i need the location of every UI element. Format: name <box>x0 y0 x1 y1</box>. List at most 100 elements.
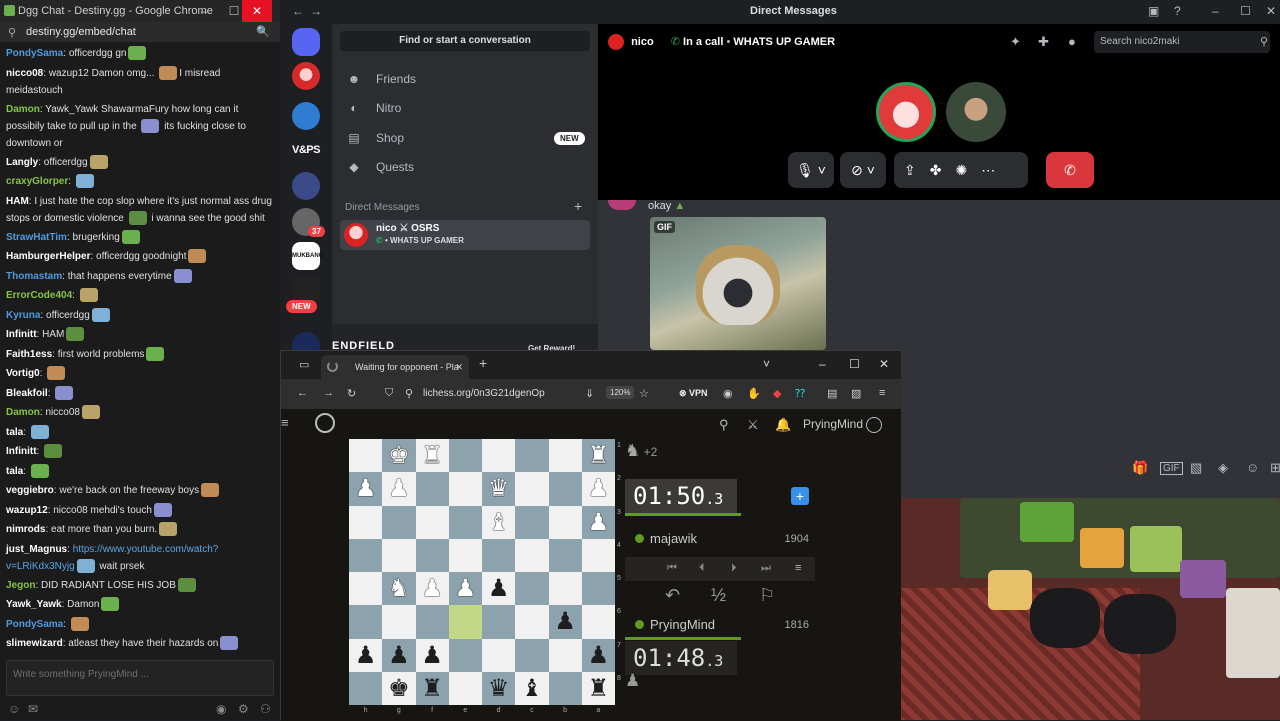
board-square[interactable] <box>548 572 582 606</box>
nav-shop[interactable]: ▤ Shop NEW <box>340 125 590 151</box>
install-icon[interactable]: ⇓ <box>585 387 594 400</box>
board-square[interactable] <box>548 505 582 539</box>
minimize-button[interactable]: – <box>1212 4 1219 18</box>
chat-message[interactable]: StrawHatTim: brugerking <box>0 228 280 248</box>
chat-message[interactable]: Langly: officerdgg <box>0 153 280 173</box>
chat-message-list[interactable]: PondySama: officerdgg gn nicco08: wazup12… <box>0 44 280 654</box>
call-avatar-nico[interactable] <box>876 82 936 142</box>
chat-message[interactable]: Faith1ess: first world problems <box>0 345 280 365</box>
header-search-input[interactable]: Search nico2maki <box>1094 31 1270 53</box>
white-pawn-icon[interactable]: ♟ <box>355 474 377 502</box>
vpn-button[interactable]: ⊗ VPN <box>679 388 708 399</box>
chat-username[interactable]: veggiebro <box>6 485 54 496</box>
users-icon[interactable]: ⚇ <box>260 702 271 716</box>
chat-message[interactable]: Vortig0: <box>0 364 280 384</box>
extension-icon[interactable]: ✋ <box>747 387 761 400</box>
lichess-logo-icon[interactable] <box>315 413 335 433</box>
chat-username[interactable]: Jegon <box>6 580 35 591</box>
menu-icon[interactable]: ≡ <box>879 387 885 399</box>
gif-embed[interactable]: GIF <box>650 217 826 350</box>
draw-button[interactable]: ½ <box>711 585 726 606</box>
gif-icon[interactable]: GIF <box>1160 462 1183 475</box>
gear-icon[interactable]: ⚙ <box>238 702 249 716</box>
board-square[interactable] <box>382 505 416 539</box>
tab-search-icon[interactable]: ˅ <box>763 357 770 371</box>
black-bishop-icon[interactable]: ♝ <box>521 674 543 702</box>
board-square[interactable] <box>515 605 549 639</box>
server-vps[interactable]: V&PS <box>290 136 322 164</box>
search-icon[interactable]: ⚲ <box>719 417 729 433</box>
nav-friends[interactable]: ☻ Friends <box>340 66 590 92</box>
chat-message[interactable]: Infinitt: <box>0 442 280 462</box>
board-square[interactable]: ♜ <box>581 439 615 473</box>
chat-username[interactable]: Bleakfoil <box>6 388 48 399</box>
board-square[interactable] <box>349 605 383 639</box>
chat-username[interactable]: PondySama <box>6 48 63 59</box>
chat-message[interactable]: HamburgerHelper: officerdgg goodnight <box>0 247 280 267</box>
next-move-icon[interactable]: ⏵ <box>731 562 737 575</box>
board-square[interactable]: ♟ <box>482 572 516 606</box>
user-menu[interactable]: PryingMind <box>803 417 883 433</box>
board-square[interactable]: ♟ <box>415 572 449 606</box>
white-pawn-icon[interactable]: ♟ <box>455 574 477 602</box>
chat-message[interactable]: tala: <box>0 423 280 443</box>
black-pawn-icon[interactable]: ♟ <box>588 641 610 669</box>
create-dm-icon[interactable]: + <box>574 198 582 214</box>
close-tab-icon[interactable]: ✕ <box>455 355 463 379</box>
chat-username[interactable]: Yawk_Yawk <box>6 599 62 610</box>
board-square[interactable] <box>448 538 482 572</box>
chat-username[interactable]: ErrorCode404 <box>6 290 72 301</box>
board-square[interactable] <box>515 439 549 473</box>
extension-icon[interactable]: ⁇ <box>795 387 805 400</box>
chat-username[interactable]: Vortig0 <box>6 368 40 379</box>
server-icon[interactable] <box>292 102 320 130</box>
disconnect-button[interactable]: ✆ <box>1046 152 1094 188</box>
chat-username[interactable]: Damon <box>6 407 40 418</box>
board-square[interactable]: ♟ <box>415 638 449 672</box>
maximize-button[interactable]: ☐ <box>226 3 242 19</box>
black-queen-icon[interactable]: ♛ <box>488 674 510 702</box>
takeback-icon[interactable]: ↶ <box>665 585 680 606</box>
reload-icon[interactable]: ↻ <box>347 387 356 400</box>
extension-icon[interactable]: ▤ <box>827 387 837 400</box>
board-square[interactable] <box>415 472 449 506</box>
board-square[interactable]: ♟ <box>349 472 383 506</box>
board-square[interactable] <box>415 538 449 572</box>
white-pawn-icon[interactable]: ♟ <box>588 474 610 502</box>
minimize-button[interactable]: – <box>819 357 826 371</box>
board-square[interactable] <box>482 605 516 639</box>
board-square[interactable]: ♟ <box>581 472 615 506</box>
chat-username[interactable]: Damon <box>6 104 40 115</box>
white-queen-icon[interactable]: ♛ <box>488 474 510 502</box>
back-icon[interactable]: ← <box>297 387 308 399</box>
hamburger-icon[interactable]: ≡ <box>281 415 289 430</box>
nav-quests[interactable]: ◆ Quests <box>340 154 590 180</box>
close-button[interactable]: ✕ <box>879 357 889 371</box>
board-square[interactable]: ♟ <box>448 572 482 606</box>
board-square[interactable] <box>349 538 383 572</box>
board-square[interactable] <box>349 671 383 705</box>
board-square[interactable] <box>581 572 615 606</box>
dm-item-nico[interactable]: nico ⚔ OSRS ✆ • WHATS UP GAMER <box>340 220 590 250</box>
chat-username[interactable]: Faith1ess <box>6 349 52 360</box>
apps-icon[interactable]: ◈ <box>1218 460 1228 476</box>
board-square[interactable] <box>482 439 516 473</box>
chat-message[interactable]: Thomastam: that happens everytime <box>0 267 280 287</box>
board-square[interactable] <box>482 638 516 672</box>
emoji-icon[interactable]: ☺ <box>8 702 20 716</box>
black-pawn-icon[interactable]: ♟ <box>421 641 443 669</box>
tab-lichess[interactable]: Waiting for opponent - Pla ✕ <box>321 355 469 379</box>
chat-message[interactable]: craxyGlorper: <box>0 172 280 192</box>
chat-username[interactable]: nimrods <box>6 524 45 535</box>
board-square[interactable] <box>548 472 582 506</box>
nav-nitro[interactable]: ◐ Nitro <box>340 95 590 121</box>
chat-username[interactable]: Thomastam <box>6 271 62 282</box>
chat-username[interactable]: Infinitt <box>6 446 37 457</box>
dm-avatar-nico[interactable] <box>292 62 320 90</box>
eye-icon[interactable]: ◉ <box>216 702 226 716</box>
white-bishop-icon[interactable]: ♝ <box>488 508 510 536</box>
chat-message[interactable]: veggiebro: we're back on the freeway boy… <box>0 481 280 501</box>
help-icon[interactable]: ? <box>1174 4 1181 18</box>
black-pawn-icon[interactable]: ♟ <box>554 607 576 635</box>
challenge-icon[interactable]: ⚔ <box>747 417 759 433</box>
